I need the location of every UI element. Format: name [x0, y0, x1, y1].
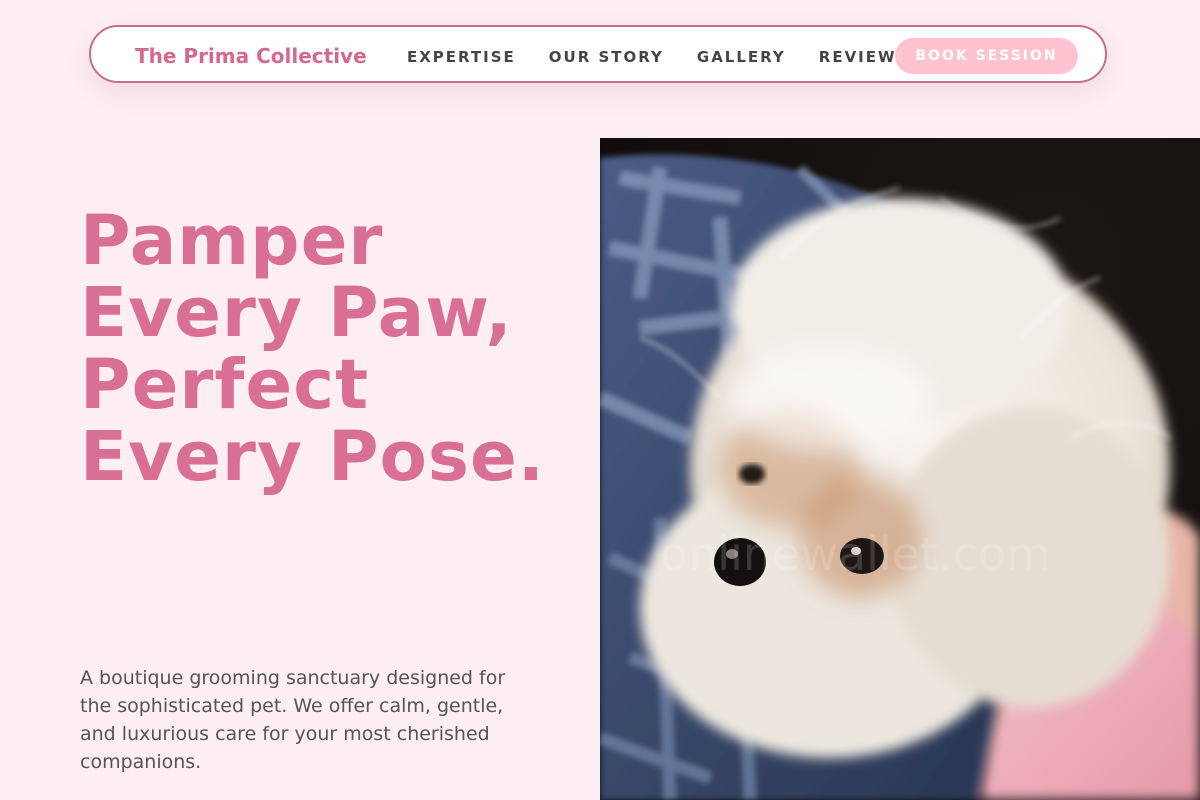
- nav-links: EXPERTISE OUR STORY GALLERY REVIEWS: [407, 48, 909, 66]
- hero-dog-photo: onlinewallet.com: [600, 138, 1200, 800]
- nav-link-expertise[interactable]: EXPERTISE: [407, 48, 516, 66]
- photo-watermark: onlinewallet.com: [660, 527, 1051, 581]
- nav-link-gallery[interactable]: GALLERY: [697, 48, 786, 66]
- top-navigation: The Prima Collective EXPERTISE OUR STORY…: [89, 25, 1107, 83]
- hero-description: A boutique grooming sanctuary designed f…: [80, 667, 506, 773]
- hero-headline: Pamper Every Paw, Perfect Every Pose.: [80, 201, 545, 497]
- brand-logo[interactable]: The Prima Collective: [135, 44, 367, 68]
- book-session-button[interactable]: BOOK SESSION: [895, 38, 1078, 74]
- nav-link-our-story[interactable]: OUR STORY: [549, 48, 664, 66]
